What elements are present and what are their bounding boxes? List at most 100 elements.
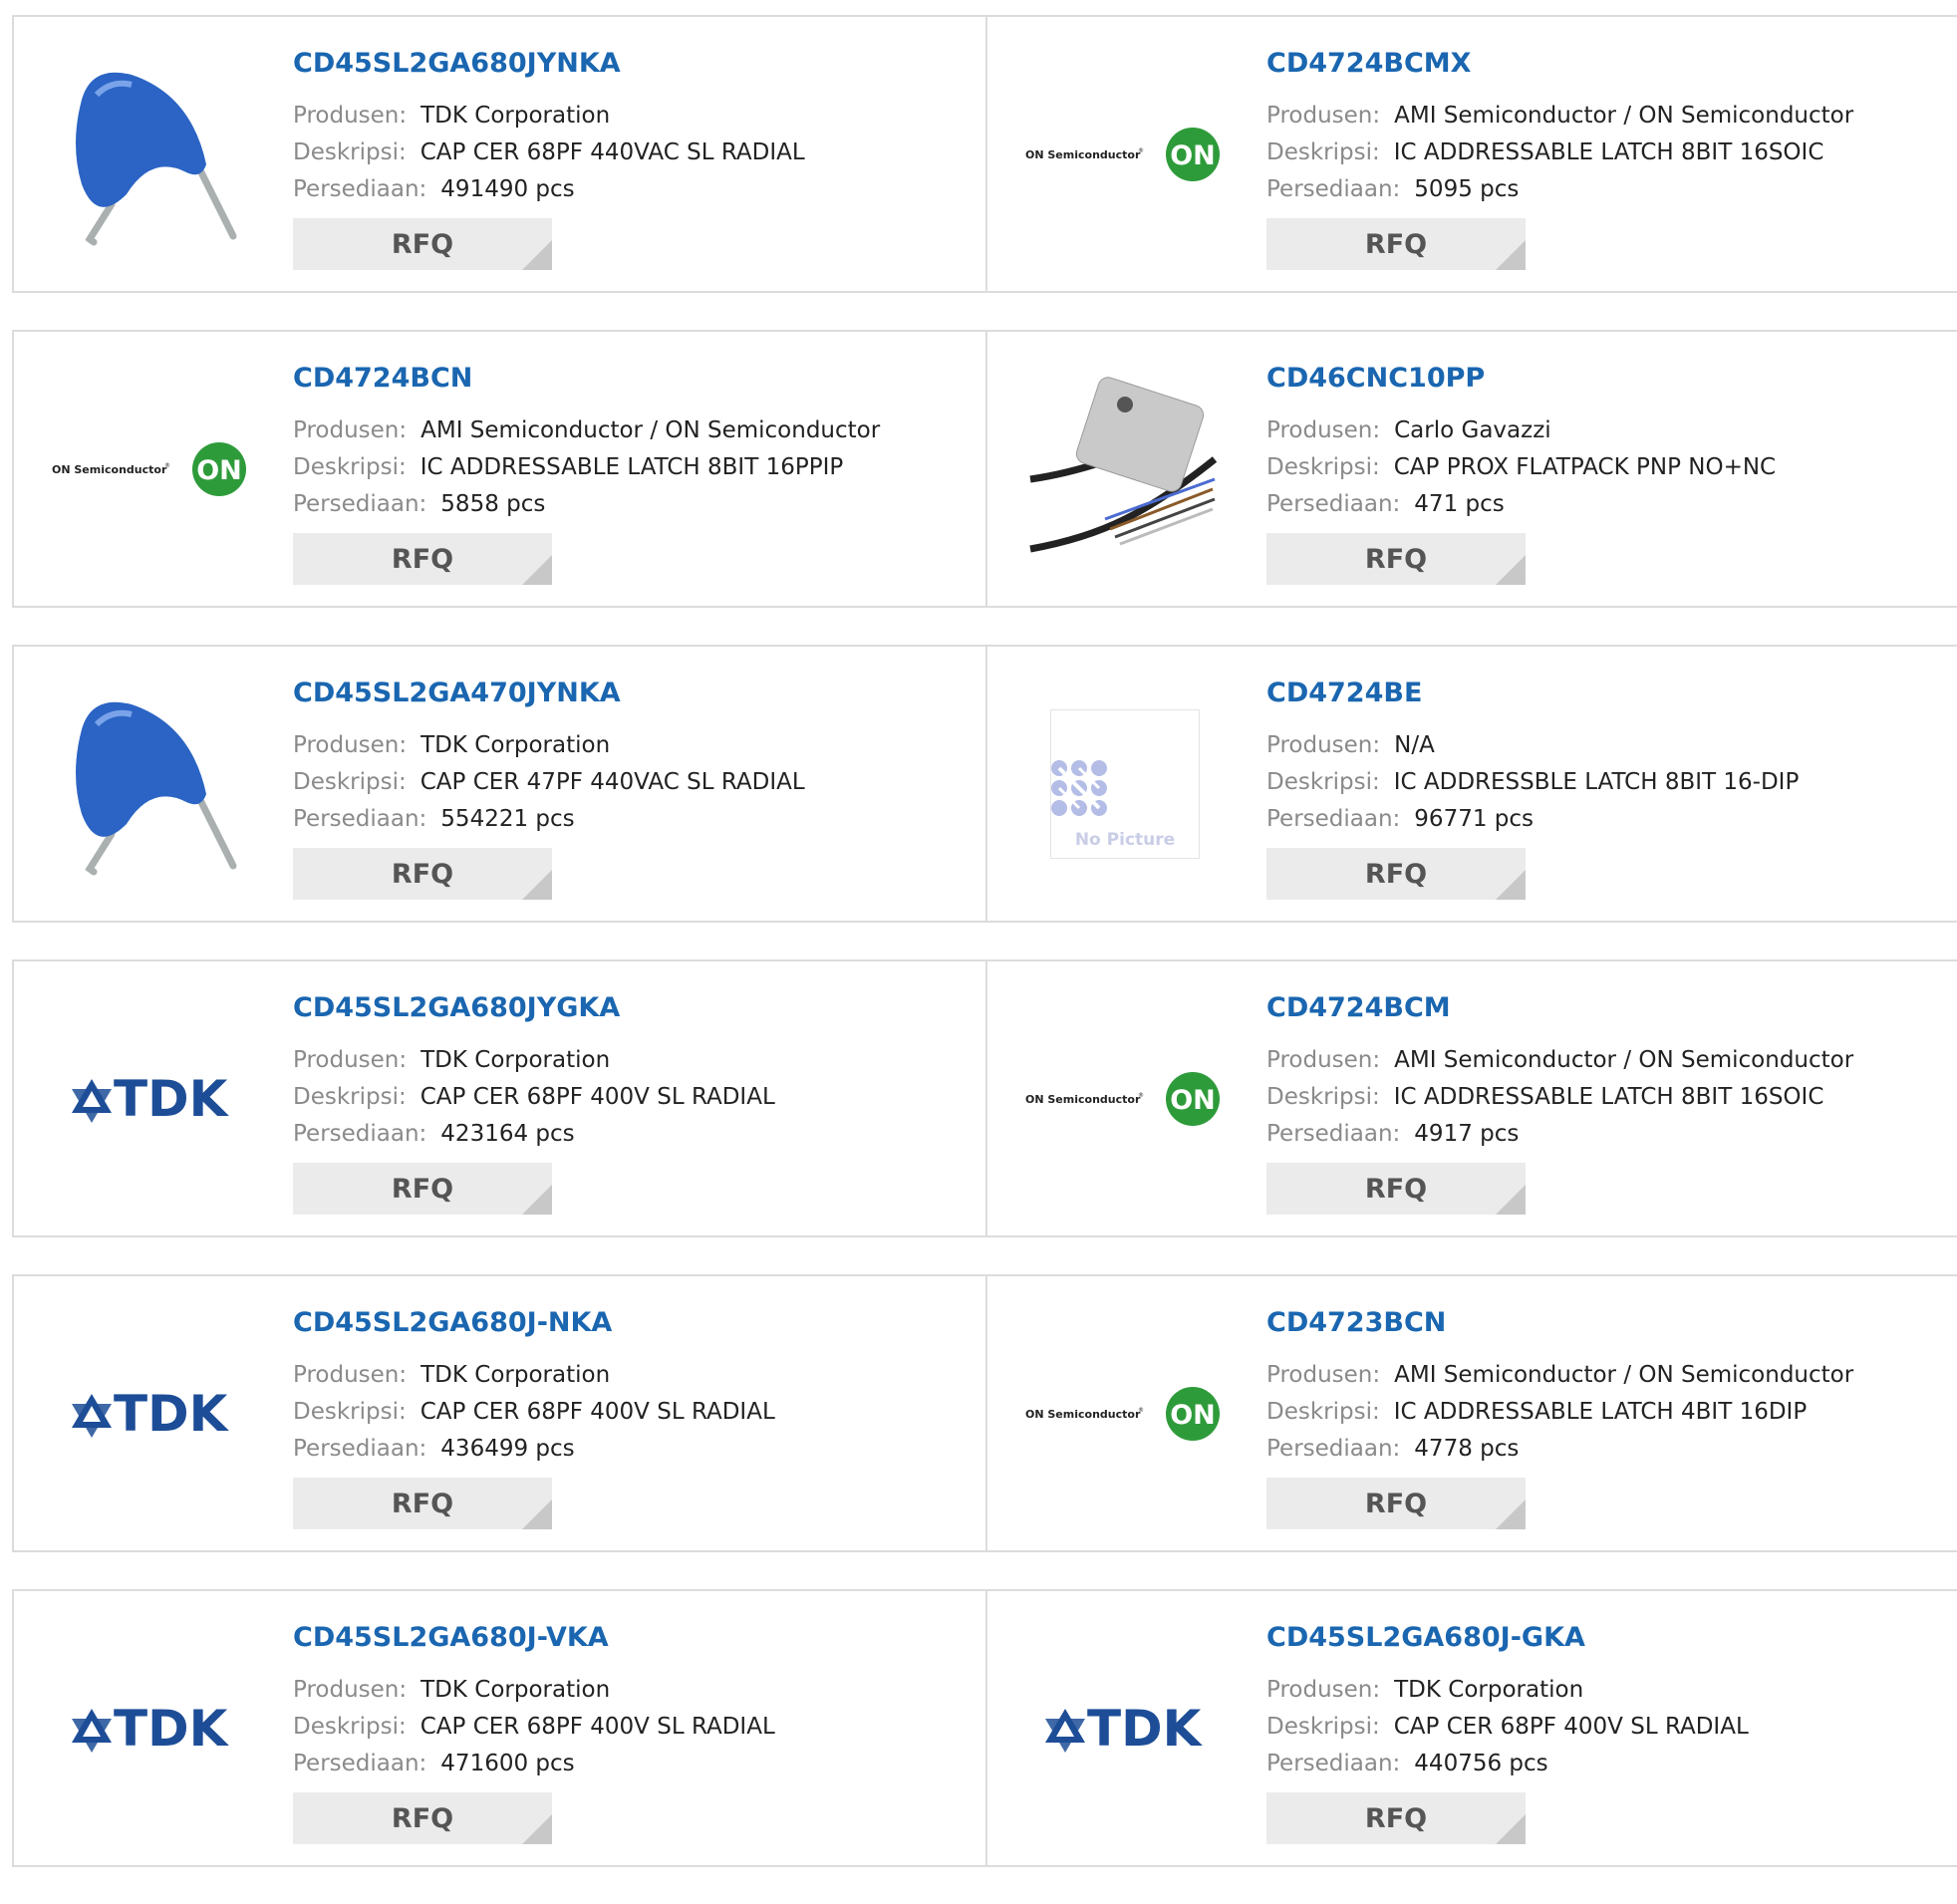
- no-picture-image[interactable]: No Picture: [1025, 684, 1225, 884]
- part-number-link[interactable]: CD45SL2GA680JYGKA: [293, 991, 775, 1025]
- product-info: CD45SL2GA680J-NKA Produsen: TDK Corporatio…: [293, 1306, 775, 1529]
- rfq-button[interactable]: RFQ: [293, 1478, 552, 1529]
- rfq-button-label: RFQ: [1364, 543, 1428, 575]
- manufacturer-row: Produsen: TDK Corporation: [293, 98, 805, 135]
- blue-capacitor-image[interactable]: [52, 684, 251, 884]
- stock-row: Persediaan: 4917 pcs: [1266, 1116, 1853, 1153]
- description-label: Deskripsi:: [1266, 139, 1380, 165]
- part-number-link[interactable]: CD4724BE: [1266, 677, 1799, 710]
- tdk-logo-image[interactable]: TDK: [52, 1629, 251, 1828]
- part-number-link[interactable]: CD46CNC10PP: [1266, 362, 1776, 396]
- stock-label: Persediaan:: [1266, 1121, 1401, 1147]
- rfq-button[interactable]: RFQ: [293, 533, 552, 585]
- part-number-link[interactable]: CD45SL2GA680J-GKA: [1266, 1621, 1749, 1655]
- product-row: ON Semiconductor ® ON CD4724BCN Produsen:…: [12, 330, 1957, 608]
- rfq-button[interactable]: RFQ: [1266, 1163, 1526, 1215]
- rfq-button[interactable]: RFQ: [293, 1792, 552, 1844]
- rfq-button[interactable]: RFQ: [1266, 1792, 1526, 1844]
- product-row: TDK CD45SL2GA680JYGKA Produsen: TDK Corpor…: [12, 959, 1957, 1237]
- svg-text:ON Semiconductor: ON Semiconductor: [1025, 1408, 1141, 1421]
- rfq-button-label: RFQ: [391, 858, 454, 890]
- rfq-button-label: RFQ: [1364, 1488, 1428, 1519]
- on-semi-logo-image[interactable]: ON Semiconductor ® ON: [1025, 999, 1225, 1199]
- manufacturer-value: TDK Corporation: [1394, 1677, 1584, 1703]
- rfq-button-label: RFQ: [1364, 858, 1428, 890]
- rfq-button-label: RFQ: [391, 1488, 454, 1519]
- product-row: TDK CD45SL2GA680J-VKA Produsen: TDK Corpor…: [12, 1589, 1957, 1867]
- rfq-button[interactable]: RFQ: [293, 218, 552, 270]
- rfq-button[interactable]: RFQ: [1266, 218, 1526, 270]
- rfq-button-label: RFQ: [391, 1173, 454, 1205]
- product-info: CD45SL2GA680JYNKA Produsen: TDK Corporatio…: [293, 47, 805, 270]
- manufacturer-value: TDK Corporation: [420, 1362, 611, 1388]
- description-row: Deskripsi: CAP CER 68PF 400V SL RADIAL: [1266, 1709, 1749, 1746]
- rfq-button[interactable]: RFQ: [293, 848, 552, 900]
- description-row: Deskripsi: CAP CER 47PF 440VAC SL RADIAL: [293, 764, 805, 801]
- corner-triangle-icon: [1496, 1814, 1526, 1844]
- corner-triangle-icon: [522, 240, 552, 270]
- rfq-button-label: RFQ: [391, 543, 454, 575]
- on-semi-logo-image[interactable]: ON Semiconductor ® ON: [1025, 1314, 1225, 1513]
- stock-row: Persediaan: 554221 pcs: [293, 801, 805, 838]
- part-number-link[interactable]: CD4724BCM: [1266, 991, 1853, 1025]
- proximity-sensor-image[interactable]: [1025, 370, 1225, 569]
- manufacturer-row: Produsen: AMI Semiconductor / ON Semicond…: [1266, 98, 1853, 135]
- stock-row: Persediaan: 4778 pcs: [1266, 1431, 1853, 1468]
- stock-label: Persediaan:: [293, 1436, 427, 1462]
- product-info: CD45SL2GA680J-GKA Produsen: TDK Corporatio…: [1266, 1621, 1749, 1844]
- on-semi-logo-image[interactable]: ON Semiconductor ® ON: [1025, 55, 1225, 254]
- manufacturer-label: Produsen:: [1266, 103, 1381, 129]
- rfq-button[interactable]: RFQ: [1266, 533, 1526, 585]
- rfq-button[interactable]: RFQ: [1266, 848, 1526, 900]
- product-card: ON Semiconductor ® ON CD4724BCMX Produsen…: [985, 17, 1957, 291]
- stock-value: 491490 pcs: [440, 176, 575, 202]
- rfq-button-label: RFQ: [1364, 228, 1428, 260]
- stock-row: Persediaan: 5858 pcs: [293, 486, 880, 523]
- manufacturer-value: TDK Corporation: [420, 103, 611, 129]
- on-semi-logo-image[interactable]: ON Semiconductor ® ON: [52, 370, 251, 569]
- no-picture-text: No Picture: [1074, 829, 1176, 850]
- part-number-link[interactable]: CD45SL2GA680J-NKA: [293, 1306, 775, 1340]
- tdk-logo-image[interactable]: TDK: [52, 999, 251, 1199]
- corner-triangle-icon: [1496, 870, 1526, 900]
- product-card: ON Semiconductor ® ON CD4724BCN Produsen:…: [12, 332, 986, 606]
- part-number-link[interactable]: CD4724BCN: [293, 362, 880, 396]
- description-value: CAP CER 68PF 400V SL RADIAL: [419, 1084, 775, 1110]
- stock-value: 5095 pcs: [1414, 176, 1520, 202]
- manufacturer-label: Produsen:: [1266, 1677, 1381, 1703]
- rfq-button[interactable]: RFQ: [1266, 1478, 1526, 1529]
- part-number-link[interactable]: CD45SL2GA470JYNKA: [293, 677, 805, 710]
- part-number-link[interactable]: CD4724BCMX: [1266, 47, 1853, 81]
- description-row: Deskripsi: CAP CER 68PF 440VAC SL RADIAL: [293, 135, 805, 171]
- corner-triangle-icon: [522, 1499, 552, 1529]
- tdk-logo-image[interactable]: TDK: [52, 1314, 251, 1513]
- manufacturer-value: AMI Semiconductor / ON Semiconductor: [420, 417, 881, 443]
- description-row: Deskripsi: IC ADDRESSABLE LATCH 4BIT 16DI…: [1266, 1394, 1853, 1431]
- rfq-button[interactable]: RFQ: [293, 1163, 552, 1215]
- manufacturer-row: Produsen: TDK Corporation: [1266, 1672, 1749, 1709]
- svg-text:ON: ON: [1170, 140, 1216, 171]
- product-info: CD45SL2GA470JYNKA Produsen: TDK Corporatio…: [293, 677, 805, 900]
- part-number-link[interactable]: CD4723BCN: [1266, 1306, 1853, 1340]
- description-label: Deskripsi:: [1266, 769, 1380, 795]
- manufacturer-label: Produsen:: [293, 1362, 408, 1388]
- tdk-logo-image[interactable]: TDK: [1025, 1629, 1225, 1828]
- stock-value: 5858 pcs: [440, 491, 546, 517]
- blue-capacitor-image[interactable]: [52, 55, 251, 254]
- description-value: CAP CER 68PF 400V SL RADIAL: [419, 1714, 775, 1740]
- part-number-link[interactable]: CD45SL2GA680JYNKA: [293, 47, 805, 81]
- product-row: TDK CD45SL2GA680J-NKA Produsen: TDK Corpor…: [12, 1274, 1957, 1552]
- manufacturer-row: Produsen: AMI Semiconductor / ON Semicond…: [1266, 1357, 1853, 1394]
- product-card: CD46CNC10PP Produsen: Carlo Gavazzi Deskrip…: [985, 332, 1957, 606]
- corner-triangle-icon: [1496, 1499, 1526, 1529]
- manufacturer-row: Produsen: TDK Corporation: [293, 727, 805, 764]
- product-card: ON Semiconductor ® ON CD4724BCM Produsen:…: [985, 961, 1957, 1235]
- manufacturer-value: AMI Semiconductor / ON Semiconductor: [1394, 103, 1854, 129]
- manufacturer-label: Produsen:: [293, 103, 408, 129]
- part-number-link[interactable]: CD45SL2GA680J-VKA: [293, 1621, 775, 1655]
- svg-text:TDK: TDK: [114, 1700, 230, 1758]
- svg-text:TDK: TDK: [114, 1385, 230, 1443]
- product-card: CD45SL2GA470JYNKA Produsen: TDK Corporatio…: [12, 647, 986, 921]
- svg-text:ON: ON: [1170, 1085, 1216, 1116]
- description-label: Deskripsi:: [293, 1714, 407, 1740]
